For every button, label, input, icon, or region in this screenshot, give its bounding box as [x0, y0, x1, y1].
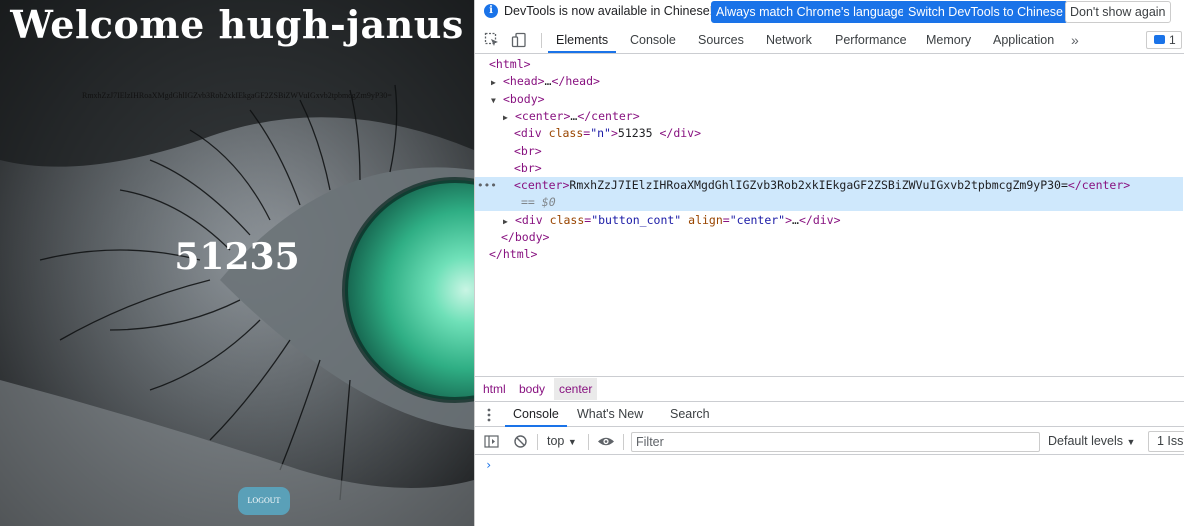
dom-node-center-selected[interactable]: ••• <center>RmxhZzJ7IElzIHRoaXMgdGhlIGZv…: [475, 177, 1183, 211]
dom-node-head[interactable]: ▶ <head>…</head>: [475, 73, 1183, 90]
eye-icon[interactable]: [597, 434, 615, 449]
expand-arrow-icon[interactable]: ▶: [503, 109, 515, 126]
drawer-tabbar: Console What's New Search: [475, 401, 1184, 427]
device-toolbar-icon[interactable]: [511, 32, 527, 48]
language-infobar: i DevTools is now available in Chinese! …: [475, 0, 1184, 25]
web-page: Welcome hugh-janus RmxhZzJ7IElzIHRoaXMgd…: [0, 0, 474, 526]
message-icon: [1154, 35, 1165, 44]
breadcrumb-html[interactable]: html: [478, 378, 511, 400]
breadcrumb-body[interactable]: body: [514, 378, 550, 400]
console-toolbar: top ▼ Default levels ▼ 1 Issue: [475, 428, 1184, 455]
encoded-string-text: RmxhZzJ7IElzIHRoaXMgdGhlIGZvb3Rob2xkIEkg…: [82, 91, 392, 100]
drawer-tab-console[interactable]: Console: [505, 402, 567, 427]
dom-node-div-n[interactable]: <div class="n">51235 </div>: [475, 125, 1183, 142]
context-selector[interactable]: top ▼: [547, 434, 577, 448]
devtools-tabbar: Elements Console Sources Network Perform…: [475, 27, 1184, 54]
tab-network[interactable]: Network: [766, 27, 812, 53]
issues-badge[interactable]: 1: [1146, 31, 1182, 49]
collapse-arrow-icon[interactable]: ▼: [491, 92, 503, 109]
encoded-string-node: RmxhZzJ7IElzIHRoaXMgdGhlIGZvb3Rob2xkIEkg…: [569, 178, 1068, 192]
inspect-element-icon[interactable]: [484, 32, 500, 48]
expand-arrow-icon[interactable]: ▶: [503, 213, 515, 230]
dom-node-center[interactable]: ▶ <center>…</center>: [475, 108, 1183, 125]
log-levels-dropdown[interactable]: Default levels ▼: [1048, 434, 1135, 448]
drawer-menu-icon[interactable]: [487, 407, 491, 423]
dom-node-br[interactable]: <br>: [475, 160, 1183, 177]
toolbar-separator: [537, 434, 538, 450]
logout-button[interactable]: LOGOUT: [238, 487, 290, 515]
expand-arrow-icon[interactable]: ▶: [491, 74, 503, 91]
dont-show-again-button[interactable]: Don't show again: [1065, 1, 1171, 23]
selected-node-marker: == $0: [521, 195, 556, 209]
welcome-heading: Welcome hugh-janus: [10, 2, 464, 47]
dom-node-br[interactable]: <br>: [475, 143, 1183, 160]
devtools-panel: i DevTools is now available in Chinese! …: [474, 0, 1184, 526]
dom-node-html[interactable]: <html>: [475, 56, 1183, 73]
dom-node-div-button-cont[interactable]: ▶ <div class="button_cont" align="center"…: [475, 212, 1183, 229]
breadcrumb: html body center: [475, 376, 1184, 400]
drawer-tab-whats-new[interactable]: What's New: [577, 402, 643, 427]
console-issues-button[interactable]: 1 Issue: [1148, 431, 1184, 452]
infobar-message: DevTools is now available in Chinese!: [504, 4, 714, 18]
more-tabs-icon[interactable]: »: [1071, 32, 1079, 48]
dropdown-arrow-icon: ▼: [567, 437, 577, 447]
toolbar-separator: [588, 434, 589, 450]
dom-tree: <html> ▶ <head>…</head> ▼ <body> ▶ <center>…: [475, 55, 1184, 375]
console-filter-input[interactable]: [631, 432, 1040, 452]
dropdown-arrow-icon: ▼: [1126, 437, 1136, 447]
dom-node-body-close[interactable]: </body>: [475, 229, 1183, 246]
drawer-tab-search[interactable]: Search: [670, 402, 710, 427]
tab-elements[interactable]: Elements: [548, 27, 617, 53]
tab-console[interactable]: Console: [630, 27, 676, 53]
switch-to-chinese-button[interactable]: Switch DevTools to Chinese: [903, 1, 1068, 23]
number-display: 51235: [174, 236, 300, 278]
tab-application[interactable]: Application: [993, 27, 1054, 53]
match-language-button[interactable]: Always match Chrome's language: [711, 1, 910, 23]
tab-memory[interactable]: Memory: [926, 27, 971, 53]
tab-sources[interactable]: Sources: [698, 27, 744, 53]
breadcrumb-center[interactable]: center: [554, 378, 598, 400]
tab-performance[interactable]: Performance: [835, 27, 907, 53]
sidebar-toggle-icon[interactable]: [484, 434, 499, 449]
tabbar-separator: [541, 33, 542, 48]
dom-node-body[interactable]: ▼ <body>: [475, 91, 1183, 108]
info-icon: i: [484, 4, 498, 18]
dom-node-html-close[interactable]: </html>: [475, 246, 1183, 263]
clear-console-icon[interactable]: [513, 434, 528, 449]
more-actions-icon[interactable]: •••: [477, 177, 497, 194]
toolbar-separator: [623, 434, 624, 450]
console-prompt-icon[interactable]: ›: [485, 458, 492, 472]
